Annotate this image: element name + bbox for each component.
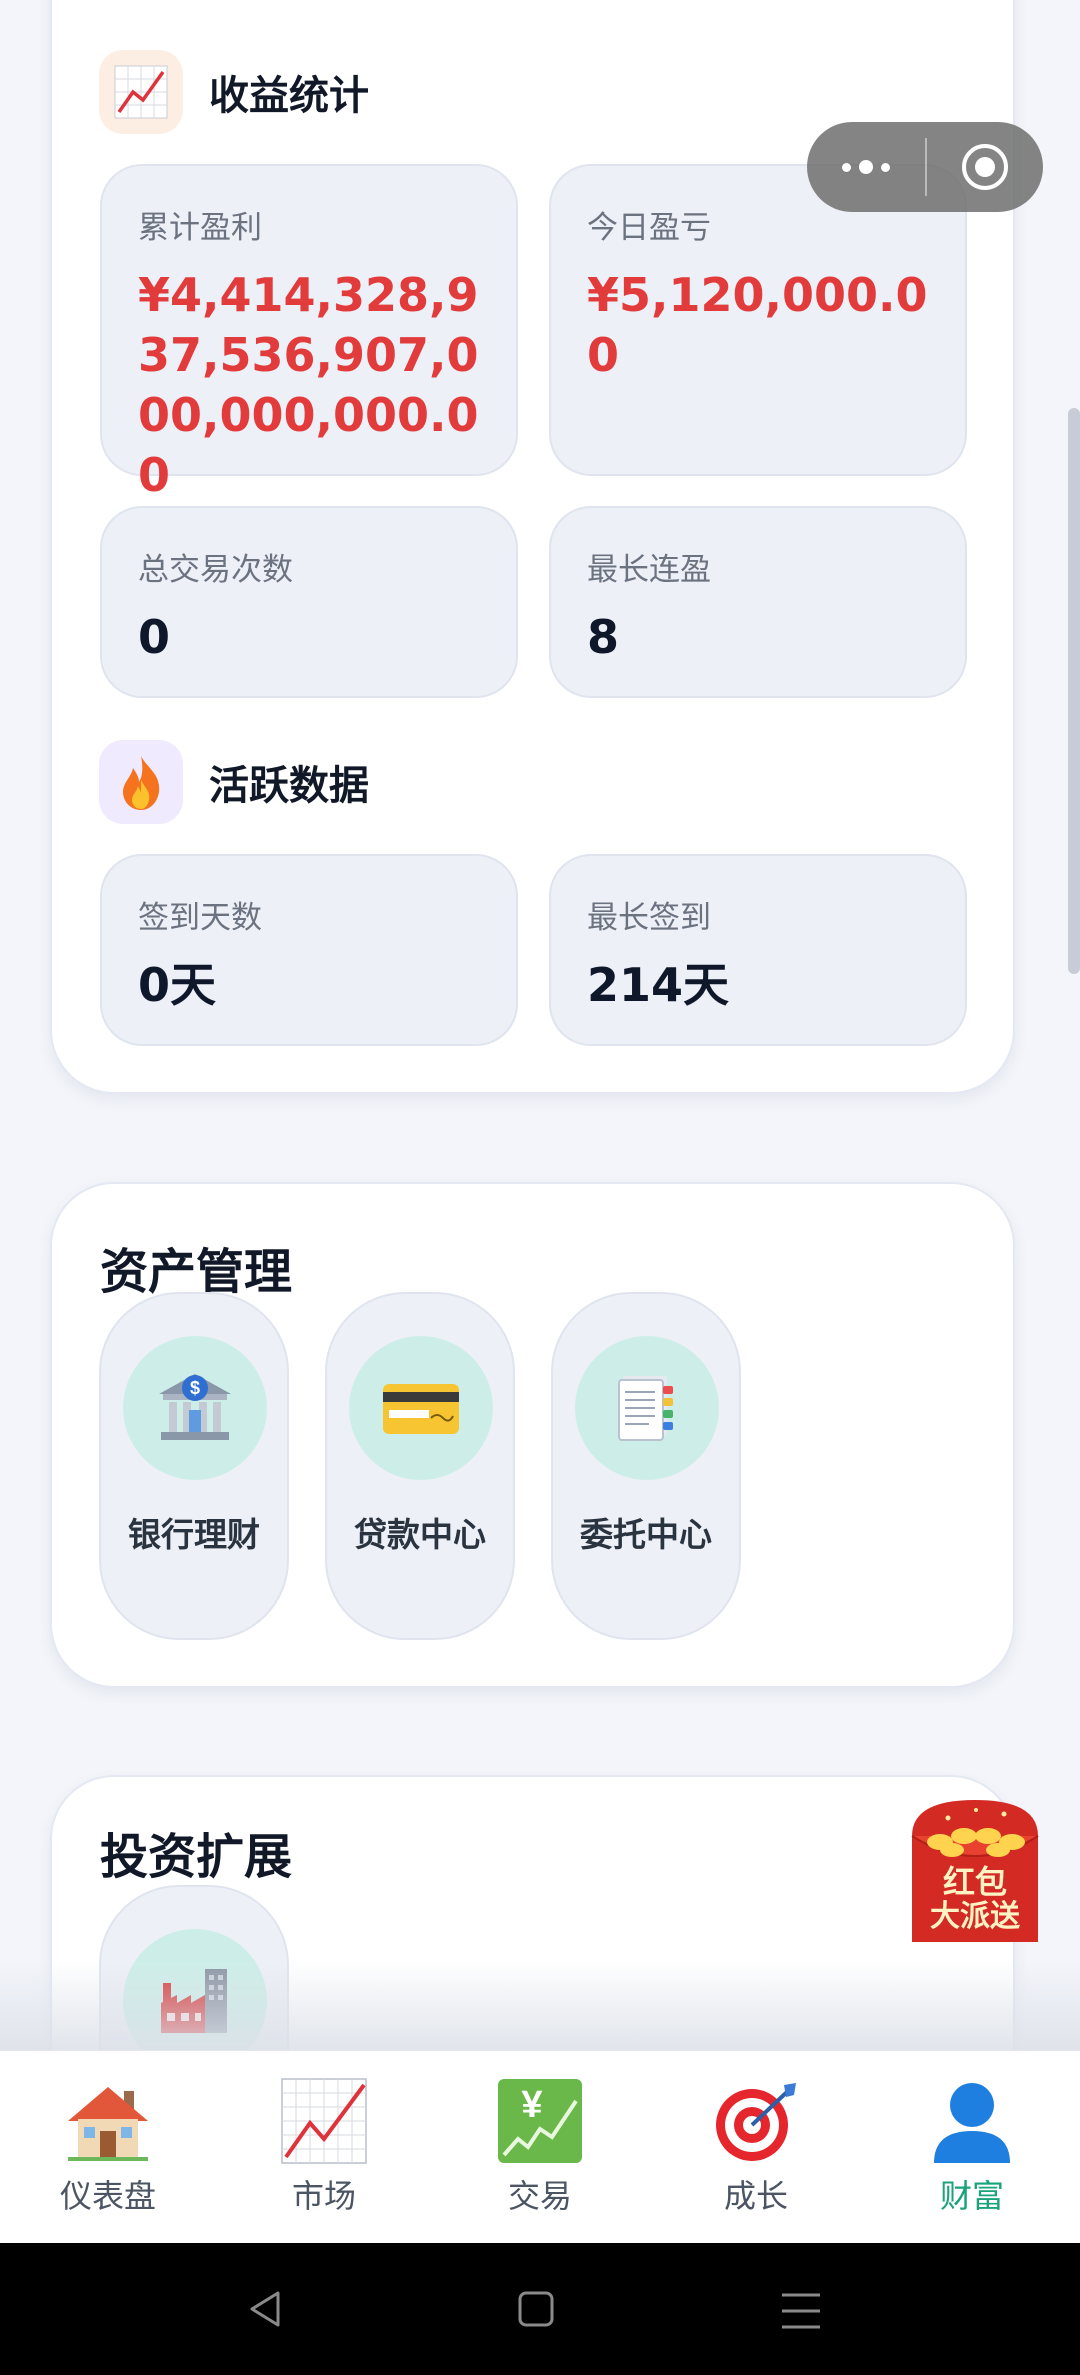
tab-label: 财富 bbox=[939, 2177, 1004, 2215]
promo-line1: 红包 bbox=[942, 1863, 1007, 1901]
tabbar-shadow bbox=[0, 1960, 1080, 2050]
stat-value: 0 bbox=[138, 610, 171, 664]
red-envelope-promo[interactable]: 红包 大派送 bbox=[908, 1796, 1042, 1946]
tab-wealth[interactable]: 财富 bbox=[864, 2051, 1080, 2243]
profit-section-title: 收益统计 bbox=[209, 73, 369, 119]
stat-checkin-days: 签到天数 0天 bbox=[100, 854, 518, 1046]
stat-label: 最长签到 bbox=[587, 900, 711, 936]
stat-value: 214天 bbox=[587, 958, 730, 1012]
tab-trade[interactable]: ¥ 交易 bbox=[432, 2051, 648, 2243]
target-icon bbox=[710, 2075, 802, 2167]
close-target-icon bbox=[962, 144, 1008, 190]
yen-chart-icon: ¥ bbox=[494, 2075, 586, 2167]
svg-text:¥: ¥ bbox=[521, 2084, 542, 2126]
wealth-page: 收益统计 累计盈利 ¥4,414,328,937,536,907,000,000… bbox=[0, 0, 1080, 2375]
bank-finance-tile[interactable]: $ 银行理财 bbox=[99, 1292, 289, 1640]
stat-value: 0天 bbox=[138, 958, 217, 1012]
chart-up-icon bbox=[99, 50, 183, 134]
tab-market[interactable]: 市场 bbox=[216, 2051, 432, 2243]
activity-section-header: 活跃数据 bbox=[99, 740, 369, 824]
fire-icon bbox=[99, 740, 183, 824]
stat-longest-checkin: 最长签到 214天 bbox=[549, 854, 967, 1046]
stat-value: ¥5,120,000.00 bbox=[587, 268, 928, 382]
stat-total-trades: 总交易次数 0 bbox=[100, 506, 518, 698]
user-icon bbox=[926, 2075, 1018, 2167]
more-options-button[interactable] bbox=[807, 160, 925, 174]
tab-dashboard[interactable]: 仪表盘 bbox=[0, 2051, 216, 2243]
tile-label: 银行理财 bbox=[128, 1515, 260, 1554]
svg-text:$: $ bbox=[190, 1378, 200, 1398]
tab-label: 仪表盘 bbox=[59, 2177, 156, 2215]
activity-section-title: 活跃数据 bbox=[209, 763, 369, 809]
tab-label: 交易 bbox=[507, 2177, 572, 2215]
back-icon[interactable] bbox=[246, 2289, 286, 2333]
close-miniprogram-button[interactable] bbox=[927, 141, 1043, 193]
profit-section-header: 收益统计 bbox=[99, 50, 369, 134]
scrollbar[interactable] bbox=[1068, 408, 1080, 974]
stat-longest-win-streak: 最长连盈 8 bbox=[549, 506, 967, 698]
notebook-icon bbox=[575, 1336, 719, 1480]
tab-label: 市场 bbox=[291, 2177, 356, 2215]
entrust-center-tile[interactable]: 委托中心 bbox=[551, 1292, 741, 1640]
bank-icon: $ bbox=[123, 1336, 267, 1480]
stat-value: 8 bbox=[587, 610, 620, 664]
system-navigation-bar bbox=[0, 2243, 1080, 2375]
tab-label: 成长 bbox=[723, 2177, 788, 2215]
credit-card-icon bbox=[349, 1336, 493, 1480]
loan-center-tile[interactable]: 贷款中心 bbox=[325, 1292, 515, 1640]
tab-growth[interactable]: 成长 bbox=[648, 2051, 864, 2243]
asset-management-card: 资产管理 $ 银行理财 贷款中心 委托中心 bbox=[50, 1182, 1015, 1688]
stat-value: ¥4,414,328,937,536,907,000,000,000.00 bbox=[138, 268, 479, 502]
tile-label: 委托中心 bbox=[580, 1515, 712, 1554]
miniprogram-capsule bbox=[807, 122, 1043, 212]
menu-icon[interactable] bbox=[780, 2291, 822, 2335]
bottom-tab-bar: 仪表盘 市场 ¥ 交易 成长 财富 bbox=[0, 2050, 1080, 2243]
stat-label: 总交易次数 bbox=[138, 552, 293, 588]
home-icon[interactable] bbox=[516, 2289, 556, 2333]
promo-line2: 大派送 bbox=[930, 1899, 1020, 1934]
stat-label: 最长连盈 bbox=[587, 552, 711, 588]
chart-icon bbox=[278, 2075, 370, 2167]
investment-extension-title: 投资扩展 bbox=[100, 1829, 293, 1885]
tile-label: 贷款中心 bbox=[354, 1515, 486, 1554]
stat-label: 累计盈利 bbox=[138, 210, 262, 246]
stat-total-profit: 累计盈利 ¥4,414,328,937,536,907,000,000,000.… bbox=[100, 164, 518, 502]
house-icon bbox=[62, 2075, 154, 2167]
stat-label: 签到天数 bbox=[138, 900, 262, 936]
